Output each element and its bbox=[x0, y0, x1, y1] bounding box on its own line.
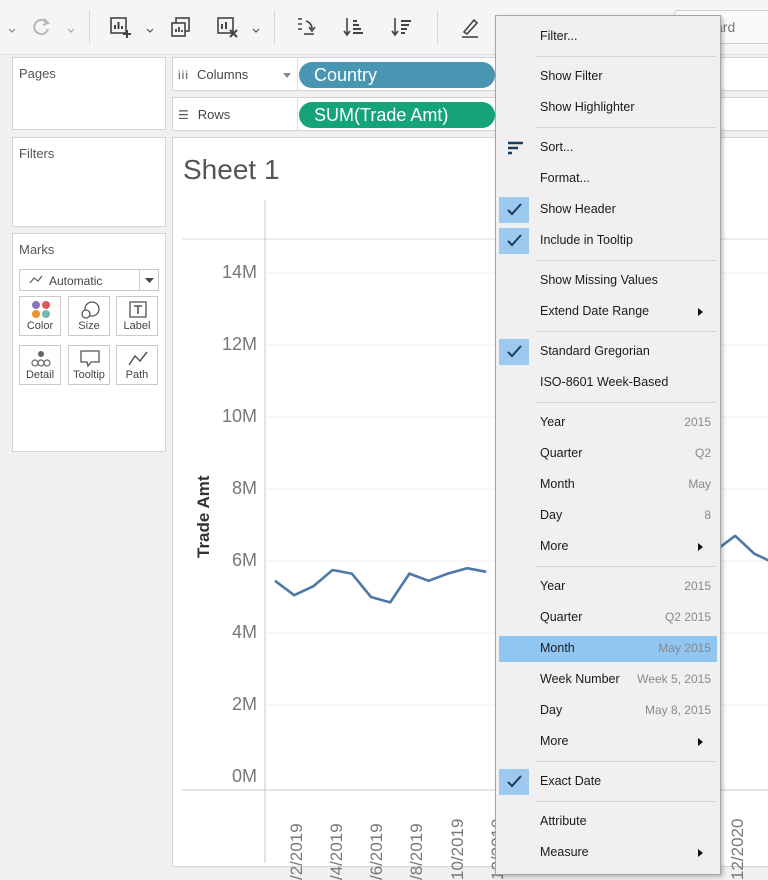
menu-divider bbox=[536, 331, 716, 332]
menu-item-show-filter[interactable]: Show Filter bbox=[499, 64, 717, 90]
menu-item-label: More bbox=[540, 734, 569, 748]
menu-item-extend-date[interactable]: Extend Date Range bbox=[499, 299, 717, 325]
chevron-right-icon bbox=[698, 738, 703, 746]
y-tick-label: 2M bbox=[231, 694, 257, 714]
menu-item-discrete-more[interactable]: More bbox=[499, 534, 717, 560]
y-tick-label: 4M bbox=[231, 622, 257, 642]
trade-amt-line[interactable] bbox=[715, 534, 768, 563]
menu-item-label: Format... bbox=[540, 171, 591, 185]
menu-item-value: 8 bbox=[704, 508, 711, 522]
checkmark-icon bbox=[499, 228, 529, 254]
sort-icon bbox=[508, 141, 523, 155]
x-tick-label: /4/2019 bbox=[327, 823, 346, 880]
checkmark-icon bbox=[499, 769, 529, 795]
menu-item-value: Week 5, 2015 bbox=[637, 672, 711, 686]
menu-divider bbox=[536, 761, 716, 762]
menu-item-value: May bbox=[688, 477, 711, 491]
menu-item-label: Week Number bbox=[540, 672, 620, 686]
y-tick-label: 0M bbox=[231, 766, 257, 786]
chevron-right-icon bbox=[698, 543, 703, 551]
checkmark-icon bbox=[499, 197, 529, 223]
menu-item-value: May 8, 2015 bbox=[644, 703, 711, 717]
menu-item-label: Year bbox=[540, 579, 566, 593]
y-tick-label: 10M bbox=[221, 406, 257, 426]
menu-item-discrete-year[interactable]: Year 2015 bbox=[499, 410, 717, 436]
menu-item-label: Show Header bbox=[540, 202, 616, 216]
menu-item-label: More bbox=[540, 539, 569, 553]
menu-item-label: Quarter bbox=[540, 446, 583, 460]
x-tick-label: 10/2019 bbox=[448, 818, 467, 880]
menu-item-continuous-week[interactable]: Week Number Week 5, 2015 bbox=[499, 667, 717, 693]
menu-item-label: Extend Date Range bbox=[540, 304, 650, 318]
menu-item-label: Show Highlighter bbox=[540, 100, 635, 114]
menu-item-value: 2015 bbox=[684, 579, 711, 593]
menu-item-filter[interactable]: Filter... bbox=[499, 24, 717, 50]
menu-item-continuous-quarter[interactable]: Quarter Q2 2015 bbox=[499, 605, 717, 631]
menu-item-label: Month bbox=[540, 477, 575, 491]
menu-item-iso-week[interactable]: ISO-8601 Week-Based bbox=[499, 370, 717, 396]
menu-item-exact-date[interactable]: Exact Date bbox=[499, 769, 717, 795]
menu-item-label: Sort... bbox=[540, 140, 574, 154]
y-tick-label: 12M bbox=[221, 334, 257, 354]
menu-item-value: 2015 bbox=[684, 415, 711, 429]
menu-item-continuous-year[interactable]: Year 2015 bbox=[499, 574, 717, 600]
menu-item-discrete-month[interactable]: Month May bbox=[499, 472, 717, 498]
menu-item-label: Quarter bbox=[540, 610, 583, 624]
menu-item-sort[interactable]: Sort... bbox=[499, 135, 717, 161]
menu-divider bbox=[536, 56, 716, 57]
x-tick-label: /2/2019 bbox=[287, 823, 306, 880]
menu-item-label: Show Filter bbox=[540, 69, 603, 83]
menu-item-value: May 2015 bbox=[658, 641, 711, 655]
x-tick-label: /6/2019 bbox=[367, 823, 386, 880]
menu-item-label: Day bbox=[540, 508, 563, 522]
menu-item-measure[interactable]: Measure bbox=[499, 840, 717, 866]
menu-item-label: Measure bbox=[540, 845, 589, 859]
menu-item-show-missing[interactable]: Show Missing Values bbox=[499, 268, 717, 294]
y-tick-label: 14M bbox=[221, 262, 257, 282]
menu-item-show-highlighter[interactable]: Show Highlighter bbox=[499, 95, 717, 121]
menu-item-label: Month bbox=[540, 641, 575, 655]
menu-item-label: Attribute bbox=[540, 814, 587, 828]
menu-item-value: Q2 2015 bbox=[664, 610, 711, 624]
chevron-right-icon bbox=[698, 849, 703, 857]
menu-item-attribute[interactable]: Attribute bbox=[499, 809, 717, 835]
trade-amt-line[interactable] bbox=[274, 566, 487, 604]
menu-item-label: ISO-8601 Week-Based bbox=[540, 375, 669, 389]
menu-item-format[interactable]: Format... bbox=[499, 166, 717, 192]
x-tick-label: /8/2019 bbox=[407, 823, 426, 880]
menu-item-label: Standard Gregorian bbox=[540, 344, 650, 358]
chevron-right-icon bbox=[698, 308, 703, 316]
menu-item-std-gregorian[interactable]: Standard Gregorian bbox=[499, 339, 717, 365]
menu-item-discrete-quarter[interactable]: Quarter Q2 bbox=[499, 441, 717, 467]
menu-item-show-header[interactable]: Show Header bbox=[499, 197, 717, 223]
menu-item-continuous-more[interactable]: More bbox=[499, 729, 717, 755]
menu-item-label: Show Missing Values bbox=[540, 273, 658, 287]
x-tick-label: 12/2020 bbox=[728, 818, 747, 880]
menu-item-label: Filter... bbox=[540, 29, 578, 43]
menu-divider bbox=[536, 402, 716, 403]
checkmark-icon bbox=[499, 339, 529, 365]
menu-item-value: Q2 bbox=[694, 446, 711, 460]
menu-item-label: Day bbox=[540, 703, 563, 717]
menu-item-continuous-month[interactable]: Month May 2015 bbox=[499, 636, 717, 662]
menu-divider bbox=[536, 260, 716, 261]
menu-item-include-tooltip[interactable]: Include in Tooltip bbox=[499, 228, 717, 254]
menu-item-continuous-day[interactable]: Day May 8, 2015 bbox=[499, 698, 717, 724]
menu-divider bbox=[536, 801, 716, 802]
context-menu: Filter... Show Filter Show Highlighter S… bbox=[495, 15, 721, 875]
y-axis-title[interactable]: Trade Amt bbox=[194, 475, 214, 558]
menu-divider bbox=[536, 127, 716, 128]
menu-item-label: Year bbox=[540, 415, 566, 429]
menu-divider bbox=[536, 566, 716, 567]
menu-item-label: Exact Date bbox=[540, 774, 602, 788]
menu-item-label: Include in Tooltip bbox=[540, 233, 633, 247]
menu-item-discrete-day[interactable]: Day 8 bbox=[499, 503, 717, 529]
